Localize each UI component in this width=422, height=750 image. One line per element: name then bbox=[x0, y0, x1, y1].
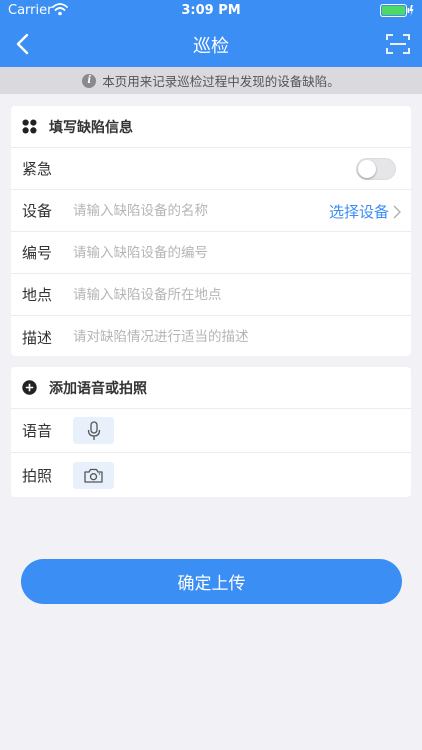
take-photo-button[interactable] bbox=[73, 461, 114, 489]
status-time: 3:09 PM bbox=[181, 3, 241, 18]
code-input[interactable] bbox=[73, 244, 323, 261]
media-section-header: 添加语音或拍照 bbox=[11, 367, 411, 409]
plus-circle-icon bbox=[22, 380, 37, 395]
urgent-label: 紧急 bbox=[22, 160, 53, 178]
scan-icon bbox=[386, 34, 410, 54]
notice-text: 本页用来记录巡检过程中发现的设备缺陷。 bbox=[102, 74, 340, 89]
location-label: 地点 bbox=[22, 286, 53, 304]
select-device-button[interactable]: 选择设备 bbox=[329, 201, 401, 222]
microphone-icon bbox=[87, 420, 100, 440]
voice-row: 语音 bbox=[11, 409, 411, 453]
description-row: 描述 bbox=[11, 316, 411, 356]
urgent-toggle[interactable] bbox=[356, 158, 396, 180]
submit-button[interactable]: 确定上传 bbox=[21, 559, 402, 604]
camera-icon bbox=[84, 468, 103, 483]
device-label: 设备 bbox=[22, 202, 53, 220]
media-card: 添加语音或拍照 语音 拍照 bbox=[11, 367, 411, 497]
scan-button[interactable] bbox=[380, 26, 416, 62]
status-bar: Carrier 3:09 PM bbox=[0, 0, 422, 22]
chevron-right-icon bbox=[393, 205, 401, 218]
photo-label: 拍照 bbox=[22, 466, 53, 485]
defect-info-card: 填写缺陷信息 紧急 设备 选择设备 编号 地点 描述 bbox=[11, 106, 411, 356]
location-row: 地点 bbox=[11, 274, 411, 316]
toggle-knob bbox=[358, 160, 376, 178]
description-input[interactable] bbox=[73, 329, 323, 345]
info-icon: i bbox=[82, 73, 97, 88]
notice-banner: i 本页用来记录巡检过程中发现的设备缺陷。 bbox=[0, 67, 422, 94]
voice-record-button[interactable] bbox=[73, 417, 114, 444]
select-device-label: 选择设备 bbox=[328, 203, 389, 221]
grid-icon bbox=[22, 119, 37, 134]
nav-bar: 巡检 bbox=[0, 22, 422, 66]
description-label: 描述 bbox=[22, 328, 53, 347]
device-row: 设备 选择设备 bbox=[11, 190, 411, 232]
media-section-title: 添加语音或拍照 bbox=[49, 380, 147, 397]
defect-section-header: 填写缺陷信息 bbox=[11, 106, 411, 148]
defect-section-title: 填写缺陷信息 bbox=[49, 119, 133, 136]
location-input[interactable] bbox=[73, 286, 323, 303]
voice-label: 语音 bbox=[22, 422, 53, 440]
top-bar: Carrier 3:09 PM 巡检 bbox=[0, 0, 422, 67]
device-input[interactable] bbox=[73, 202, 323, 219]
battery-icon bbox=[380, 4, 414, 17]
code-label: 编号 bbox=[22, 244, 53, 262]
page-title: 巡检 bbox=[193, 36, 229, 57]
photo-row: 拍照 bbox=[11, 453, 411, 497]
code-row: 编号 bbox=[11, 232, 411, 274]
urgent-row: 紧急 bbox=[11, 148, 411, 190]
